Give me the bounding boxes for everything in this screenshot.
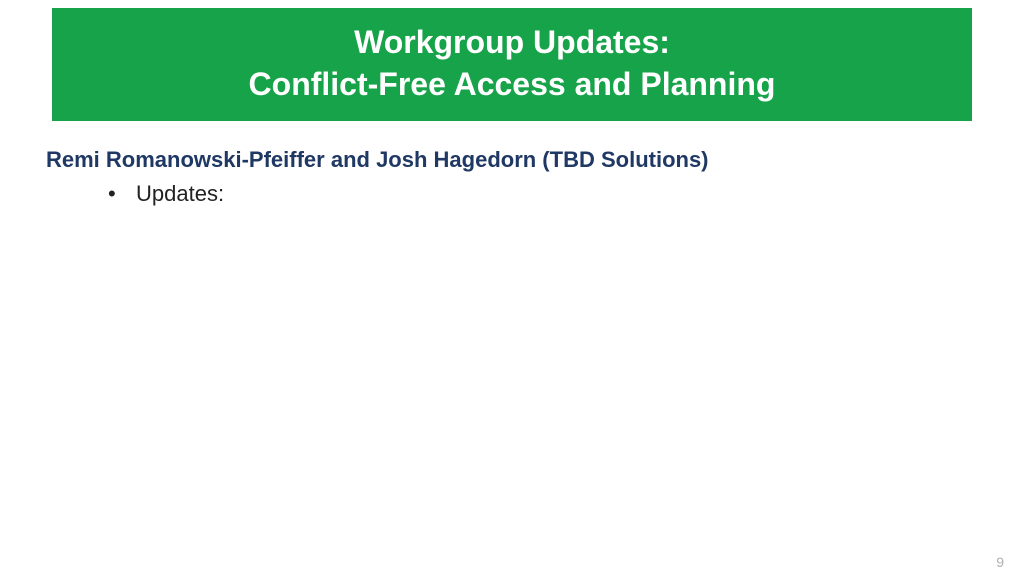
slide-title-bar: Workgroup Updates: Conflict-Free Access … bbox=[52, 8, 972, 121]
title-line-2: Conflict-Free Access and Planning bbox=[72, 64, 952, 106]
title-line-1: Workgroup Updates: bbox=[72, 22, 952, 64]
slide-content: Remi Romanowski-Pfeiffer and Josh Hagedo… bbox=[0, 121, 1024, 207]
presenters-subheading: Remi Romanowski-Pfeiffer and Josh Hagedo… bbox=[46, 147, 978, 173]
list-item: Updates: bbox=[108, 181, 978, 207]
bullet-list: Updates: bbox=[46, 181, 978, 207]
page-number: 9 bbox=[996, 554, 1004, 570]
